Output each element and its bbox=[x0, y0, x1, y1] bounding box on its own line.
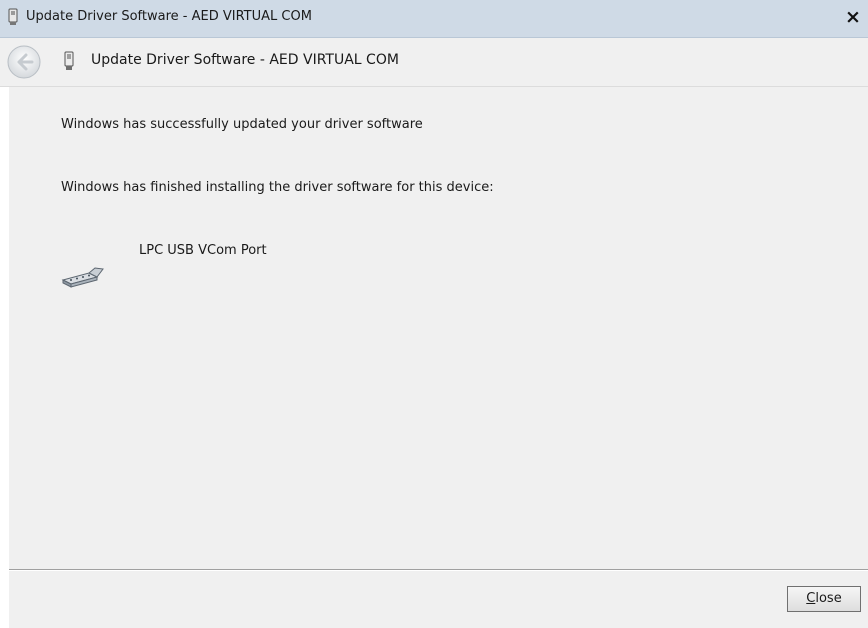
device-name: LPC USB VCom Port bbox=[139, 243, 267, 258]
wizard-title: Update Driver Software - AED VIRTUAL COM bbox=[91, 52, 399, 68]
wizard-footer: Close bbox=[9, 571, 868, 628]
usb-device-icon bbox=[64, 51, 74, 70]
wizard-content: Windows has successfully updated your dr… bbox=[9, 87, 868, 569]
usb-device-icon bbox=[8, 8, 18, 25]
left-frame-strip bbox=[0, 38, 9, 628]
close-mnemonic: C bbox=[806, 591, 816, 606]
window-title: Update Driver Software - AED VIRTUAL COM bbox=[26, 9, 312, 24]
success-message: Windows has successfully updated your dr… bbox=[61, 117, 423, 132]
dialog-window: Update Driver Software - AED VIRTUAL COM… bbox=[0, 0, 868, 628]
close-button[interactable]: Close bbox=[787, 586, 861, 612]
close-window-button[interactable]: × bbox=[840, 4, 866, 30]
close-label-rest: lose bbox=[815, 591, 842, 606]
finished-message: Windows has finished installing the driv… bbox=[61, 180, 494, 195]
close-icon: × bbox=[845, 6, 861, 28]
back-arrow-icon[interactable] bbox=[6, 44, 42, 80]
title-bar: Update Driver Software - AED VIRTUAL COM… bbox=[0, 0, 868, 38]
serial-port-icon bbox=[61, 267, 104, 288]
wizard-header: Update Driver Software - AED VIRTUAL COM bbox=[0, 38, 868, 87]
